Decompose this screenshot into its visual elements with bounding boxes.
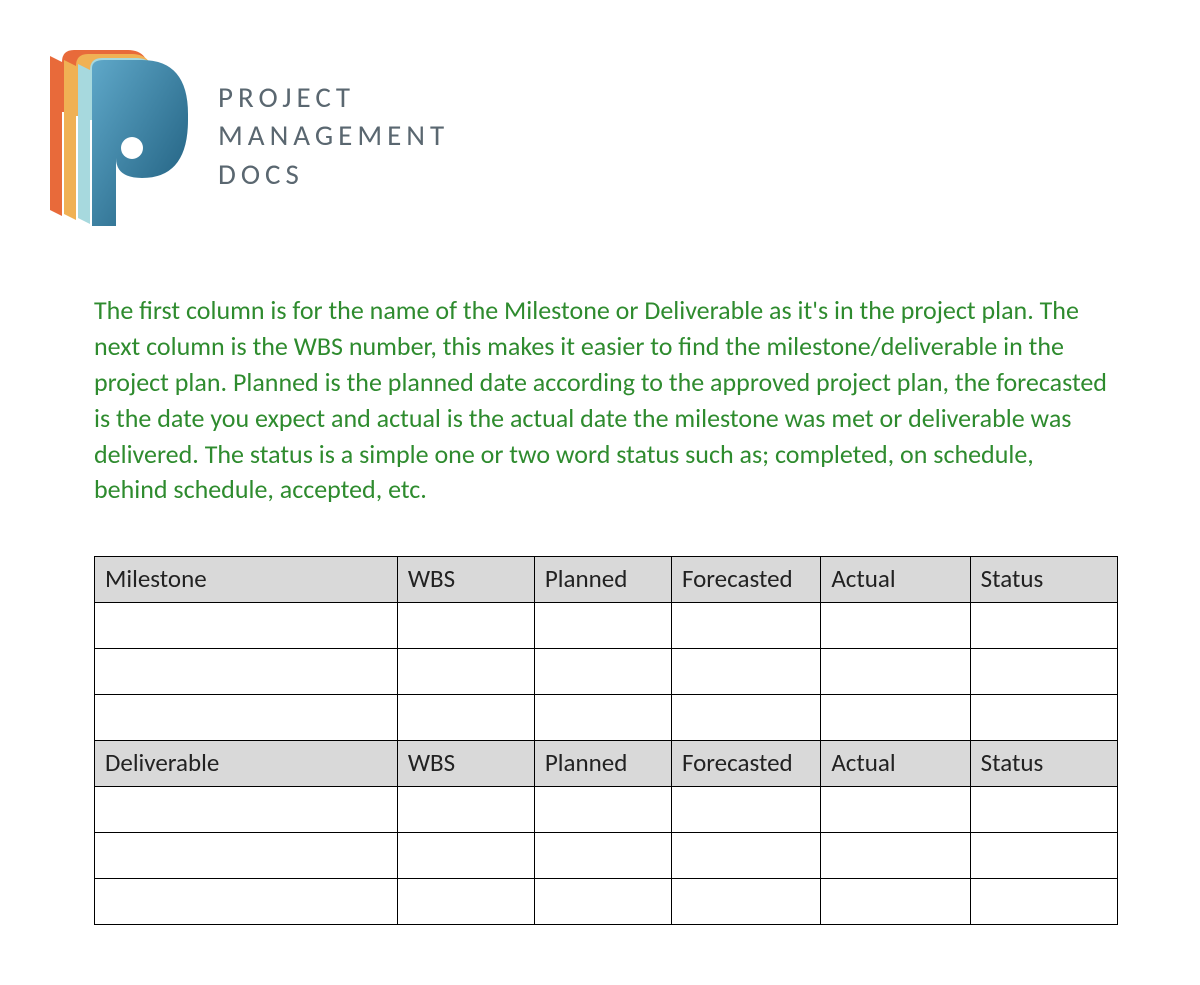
- brand-line-1: PROJECT: [218, 78, 449, 116]
- cell: [821, 649, 970, 695]
- cell: [970, 787, 1117, 833]
- cell: [970, 603, 1117, 649]
- brand-line-2: MANAGEMENT: [218, 116, 449, 154]
- table-row: [95, 603, 1118, 649]
- cell: [397, 879, 534, 925]
- cell: [534, 603, 671, 649]
- cell: [534, 833, 671, 879]
- col-header-wbs: WBS: [397, 741, 534, 787]
- cell: [95, 695, 398, 741]
- cell: [671, 603, 820, 649]
- cell: [534, 649, 671, 695]
- table-row: [95, 833, 1118, 879]
- cell: [397, 695, 534, 741]
- table-row: [95, 649, 1118, 695]
- table-row: [95, 787, 1118, 833]
- cell: [821, 603, 970, 649]
- cell: [821, 787, 970, 833]
- col-header-status: Status: [970, 557, 1117, 603]
- col-header-deliverable: Deliverable: [95, 741, 398, 787]
- table-row: [95, 695, 1118, 741]
- col-header-forecasted: Forecasted: [671, 741, 820, 787]
- col-header-actual: Actual: [821, 741, 970, 787]
- col-header-actual: Actual: [821, 557, 970, 603]
- instruction-paragraph: The first column is for the name of the …: [50, 293, 1150, 508]
- milestone-header-row: Milestone WBS Planned Forecasted Actual …: [95, 557, 1118, 603]
- cell: [671, 833, 820, 879]
- cell: [534, 879, 671, 925]
- cell: [970, 833, 1117, 879]
- cell: [970, 695, 1117, 741]
- deliverable-header-row: Deliverable WBS Planned Forecasted Actua…: [95, 741, 1118, 787]
- cell: [95, 833, 398, 879]
- cell: [970, 649, 1117, 695]
- col-header-planned: Planned: [534, 557, 671, 603]
- brand-name: PROJECT MANAGEMENT DOCS: [218, 78, 449, 193]
- cell: [397, 649, 534, 695]
- document-header: PROJECT MANAGEMENT DOCS: [50, 38, 1150, 233]
- cell: [970, 879, 1117, 925]
- cell: [95, 787, 398, 833]
- cell: [671, 695, 820, 741]
- brand-line-3: DOCS: [218, 155, 449, 193]
- cell: [821, 833, 970, 879]
- cell: [397, 833, 534, 879]
- col-header-wbs: WBS: [397, 557, 534, 603]
- cell: [821, 695, 970, 741]
- col-header-forecasted: Forecasted: [671, 557, 820, 603]
- status-table-container: Milestone WBS Planned Forecasted Actual …: [50, 556, 1150, 925]
- cell: [397, 787, 534, 833]
- col-header-status: Status: [970, 741, 1117, 787]
- cell: [534, 787, 671, 833]
- table-row: [95, 879, 1118, 925]
- cell: [95, 879, 398, 925]
- cell: [671, 879, 820, 925]
- cell: [671, 787, 820, 833]
- milestone-deliverable-table: Milestone WBS Planned Forecasted Actual …: [94, 556, 1118, 925]
- cell: [534, 695, 671, 741]
- cell: [95, 649, 398, 695]
- col-header-planned: Planned: [534, 741, 671, 787]
- cell: [821, 879, 970, 925]
- cell: [397, 603, 534, 649]
- cell: [671, 649, 820, 695]
- cell: [95, 603, 398, 649]
- brand-logo-icon: [50, 38, 190, 233]
- col-header-milestone: Milestone: [95, 557, 398, 603]
